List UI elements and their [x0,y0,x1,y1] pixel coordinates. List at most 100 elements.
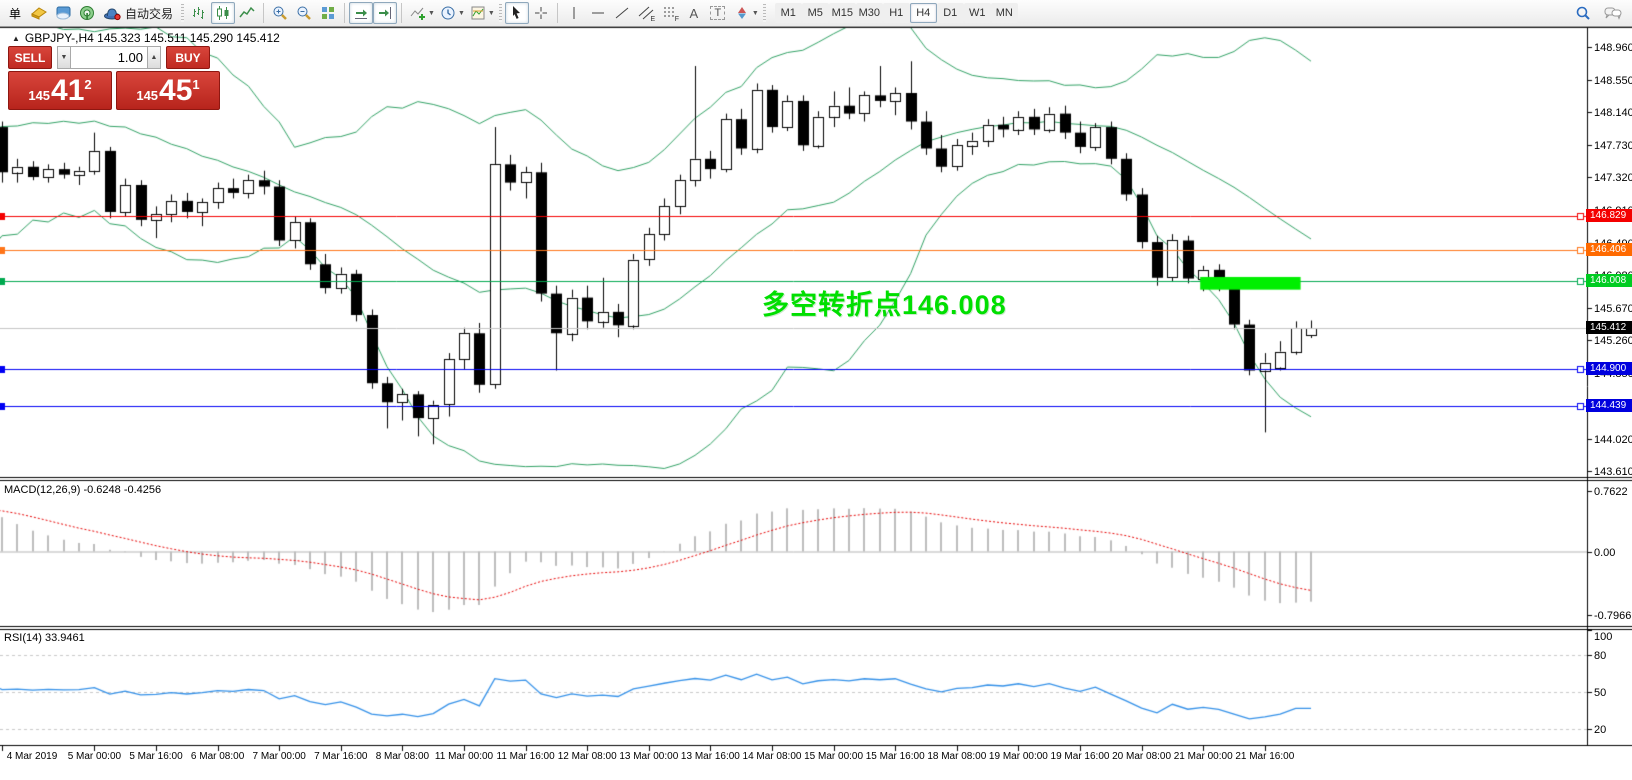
chart-title-bar: ▲ GBPJPY-,H4 145.323 145.511 145.290 145… [12,31,280,45]
toolbar-grip [181,4,184,22]
new-order-label: 单 [9,5,21,22]
toolbar-separator [263,3,264,23]
time-axis-label: 5 Mar 16:00 [122,751,190,762]
timeframe-D1[interactable]: D1 [937,3,964,23]
price-axis-label: 148.550 [1594,75,1632,87]
timeframe-M5[interactable]: M5 [802,3,829,23]
price-tag-146.829: 146.829 [1586,209,1632,222]
autotrade-button[interactable]: 自动交易 [99,2,178,24]
time-axis-label: 7 Mar 16:00 [307,751,375,762]
price-tag-144.439: 144.439 [1586,399,1632,412]
candlestick-chart-icon[interactable] [211,2,235,24]
horizontal-line-icon[interactable] [586,2,610,24]
timeframe-H4[interactable]: H4 [910,3,937,23]
macd-indicator-label: MACD(12,26,9) -0.6248 -0.4256 [4,484,161,496]
time-axis-label: 18 Mar 08:00 [923,751,991,762]
timeframe-M30[interactable]: M30 [856,3,883,23]
trendline-icon[interactable] [610,2,634,24]
crosshair-icon[interactable] [529,2,553,24]
timeframe-M15[interactable]: M15 [829,3,856,23]
price-axis-label: 145.260 [1594,335,1632,347]
chart-title: GBPJPY-,H4 145.323 145.511 145.290 145.4… [25,31,280,45]
main-toolbar: 单 自动交易 ▼ ▼ ▼ E F A T ▼ M1M5M15M30H1H4D1W… [0,0,1632,27]
macd-axis-label: 0.00 [1594,547,1632,559]
arrows-dropdown-icon[interactable]: ▼ [752,10,759,17]
toolbar-separator [401,3,402,23]
search-icon[interactable] [1571,2,1595,24]
bar-chart-icon[interactable] [187,2,211,24]
price-axis-label: 148.140 [1594,107,1632,119]
time-axis-label: 8 Mar 08:00 [368,751,436,762]
collapse-arrow-icon[interactable]: ▲ [12,34,20,43]
timeframe-W1[interactable]: W1 [964,3,991,23]
chart-canvas[interactable] [0,0,1632,780]
cursor-icon[interactable] [505,2,529,24]
timeframe-group: M1M5M15M30H1H4D1W1MN [775,3,1018,23]
buy-price-pip: 1 [192,77,199,92]
one-click-trade-panel: SELL ▼ ▲ BUY 145412 145451 [8,46,220,110]
time-axis-label: 7 Mar 00:00 [245,751,313,762]
time-axis-label: 15 Mar 16:00 [861,751,929,762]
auto-scroll-icon[interactable] [349,2,373,24]
gold-book-icon[interactable] [27,2,51,24]
timeframe-H1[interactable]: H1 [883,3,910,23]
time-axis-label: 20 Mar 08:00 [1108,751,1176,762]
sell-button[interactable]: SELL [8,46,52,69]
periods-icon[interactable] [436,2,460,24]
indicators-dropdown-icon[interactable]: ▼ [428,10,435,17]
price-tag-146.406: 146.406 [1586,243,1632,256]
time-axis-label: 15 Mar 00:00 [800,751,868,762]
rsi-axis-label: 80 [1594,650,1632,662]
chart-annotation-text[interactable]: 多空转折点146.008 [762,283,1007,322]
time-axis-label: 6 Mar 08:00 [184,751,252,762]
timeframe-MN[interactable]: MN [991,3,1018,23]
rsi-axis-label: 100 [1594,631,1632,643]
text-tool-glyph: A [689,6,698,21]
rsi-axis-label: 50 [1594,687,1632,699]
timeframe-M1[interactable]: M1 [775,3,802,23]
macd-axis-label: 0.7622 [1594,486,1632,498]
fibo-letter: F [675,16,679,23]
toolbar-grip [499,4,502,22]
sell-price-button[interactable]: 145412 [8,71,112,110]
zoom-out-icon[interactable] [292,2,316,24]
time-axis-label: 11 Mar 16:00 [492,751,560,762]
templates-dropdown-icon[interactable]: ▼ [488,10,495,17]
price-axis-label: 143.610 [1594,466,1632,478]
chart-shift-icon[interactable] [373,2,397,24]
time-axis-label: 19 Mar 16:00 [1046,751,1114,762]
rsi-indicator-label: RSI(14) 33.9461 [4,632,85,644]
tile-windows-icon[interactable] [316,2,340,24]
volume-input[interactable] [71,46,147,69]
templates-icon[interactable] [466,2,490,24]
chat-icon[interactable] [1601,2,1625,24]
sell-price-pip: 2 [84,77,91,92]
macd-axis-label: -0.7966 [1594,610,1632,622]
fibonacci-icon[interactable]: F [658,2,682,24]
equidistant-channel-icon[interactable]: E [634,2,658,24]
price-axis-label: 145.670 [1594,303,1632,315]
price-axis-label: 147.730 [1594,140,1632,152]
arrows-icon[interactable] [730,2,754,24]
time-axis-label: 12 Mar 08:00 [553,751,621,762]
zoom-in-icon[interactable] [268,2,292,24]
buy-price-button[interactable]: 145451 [116,71,220,110]
signals-icon[interactable] [75,2,99,24]
time-axis-label: 21 Mar 00:00 [1169,751,1237,762]
price-axis-label: 144.020 [1594,434,1632,446]
buy-button[interactable]: BUY [166,46,210,69]
line-chart-icon[interactable] [235,2,259,24]
price-tag-144.900: 144.900 [1586,362,1632,375]
metaeditor-icon[interactable] [51,2,75,24]
volume-up-button[interactable]: ▲ [147,46,161,69]
volume-down-button[interactable]: ▼ [57,46,71,69]
new-order-button[interactable]: 单 [3,2,27,24]
indicators-icon[interactable] [406,2,430,24]
text-label-icon[interactable]: T [706,2,730,24]
text-icon[interactable]: A [682,2,706,24]
periods-dropdown-icon[interactable]: ▼ [458,10,465,17]
vertical-line-icon[interactable] [562,2,586,24]
time-axis-label: 14 Mar 08:00 [738,751,806,762]
price-axis-label: 148.960 [1594,42,1632,54]
toolbar-separator [557,3,558,23]
